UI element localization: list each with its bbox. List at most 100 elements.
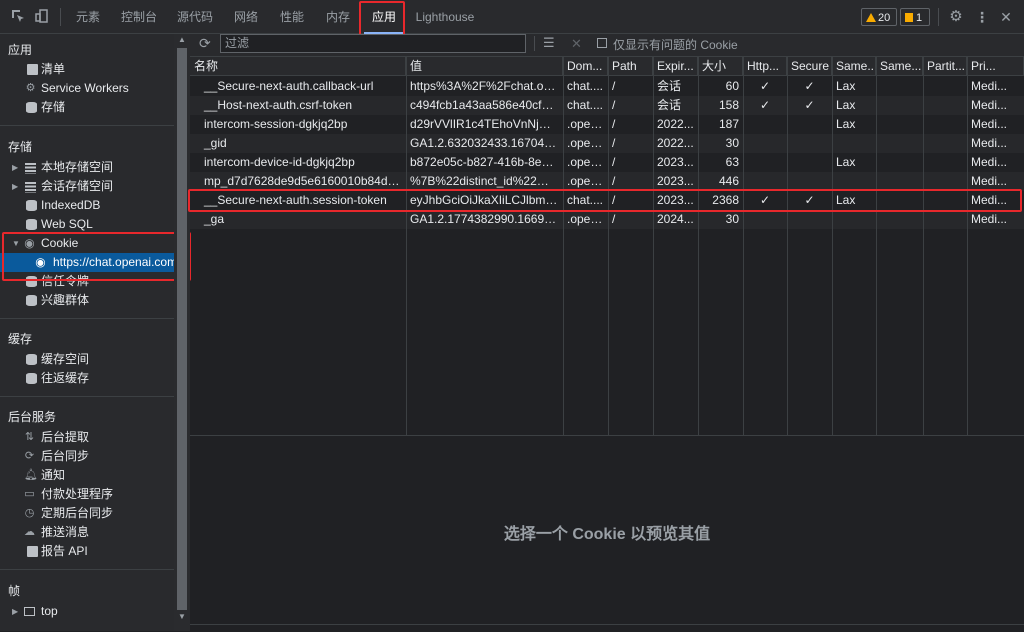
sidebar-item-cookies[interactable]: ▼ ◉ Cookie <box>0 234 174 253</box>
cell-name: _gid <box>204 136 227 150</box>
refresh-icon[interactable]: ⟳ <box>199 35 211 52</box>
sidebar-item-indexeddb[interactable]: IndexedDB <box>0 196 174 215</box>
sidebar-item-session-storage[interactable]: ▶ 会话存储空间 <box>0 177 174 196</box>
table-row[interactable]: __Secure-next-auth.callback-url https%3A%… <box>190 77 1024 96</box>
col-header-samesite[interactable]: Same... <box>832 57 876 76</box>
cell-domain: .open... <box>567 174 608 188</box>
cell-partition-key <box>923 77 967 96</box>
table-row[interactable]: mp_d7d7628de9d5e6160010b84db9... %7B%22di… <box>190 172 1024 191</box>
col-header-priority[interactable]: Pri... <box>967 57 1024 76</box>
cell-priority: Medi... <box>971 136 1008 150</box>
cell-sameparty <box>876 115 923 134</box>
database-icon <box>26 276 37 287</box>
table-row[interactable]: _gid GA1.2.632032433.16704962... .open... /… <box>190 134 1024 153</box>
clear-filtered-cookies-icon[interactable]: ☰ <box>543 35 555 51</box>
cell-domain: .open... <box>567 117 608 131</box>
table-row[interactable]: intercom-device-id-dgkjq2bp b872e05c-b827… <box>190 153 1024 172</box>
col-header-sameparty[interactable]: Same... <box>876 57 923 76</box>
close-devtools-icon[interactable]: ✕ <box>998 9 1014 25</box>
sidebar-item-back-forward-cache[interactable]: 往返缓存 <box>0 369 174 388</box>
col-header-httponly[interactable]: Http... <box>743 57 787 76</box>
table-row[interactable]: __Host-next-auth.csrf-token c494fcb1a43aa… <box>190 96 1024 115</box>
col-divider <box>608 57 609 435</box>
cell-name: intercom-device-id-dgkjq2bp <box>204 155 355 169</box>
cloud-icon: ☁ <box>24 526 35 538</box>
database-icon <box>26 219 37 230</box>
issues-badge[interactable]: 1 <box>900 8 930 26</box>
sidebar-item-notifications[interactable]: 🔔︎ 通知 <box>0 466 174 485</box>
up-down-arrows-icon: ⇅ <box>24 431 35 443</box>
sidebar-item-cache-storage[interactable]: 缓存空间 <box>0 350 174 369</box>
sidebar-item-payment-handler[interactable]: ▭ 付款处理程序 <box>0 485 174 504</box>
tab-elements[interactable]: 元素 <box>68 0 108 34</box>
tab-network[interactable]: 网络 <box>226 0 266 34</box>
sidebar-item-reporting-api[interactable]: 报告 API <box>0 542 174 561</box>
col-header-name[interactable]: 名称 <box>190 57 406 76</box>
sidebar-scrollbar[interactable]: ▲ ▼ <box>174 34 190 631</box>
sidebar-item-periodic-background-sync[interactable]: ◷ 定期后台同步 <box>0 504 174 523</box>
cell-sameparty <box>876 172 923 191</box>
issues-count: 1 <box>916 12 923 24</box>
tab-performance[interactable]: 性能 <box>272 0 312 34</box>
cell-domain: chat.... <box>567 79 604 93</box>
sidebar-item-trust-tokens[interactable]: 信任令牌 <box>0 272 174 291</box>
tab-memory[interactable]: 内存 <box>318 0 358 34</box>
sidebar-item-background-fetch[interactable]: ⇅ 后台提取 <box>0 428 174 447</box>
sidebar-item-storage[interactable]: 存储 <box>0 98 174 117</box>
cell-partition-key <box>923 134 967 153</box>
cell-priority: Medi... <box>971 155 1008 169</box>
sidebar-item-manifest[interactable]: 清单 <box>0 60 174 79</box>
sidebar-item-interest-groups[interactable]: 兴趣群体 <box>0 291 174 310</box>
expand-arrow-icon[interactable]: ▶ <box>12 602 18 621</box>
col-header-domain[interactable]: Dom... <box>563 57 608 76</box>
cell-name: intercom-session-dgkjq2bp <box>204 117 348 131</box>
tab-sources[interactable]: 源代码 <box>170 0 220 34</box>
tab-console[interactable]: 控制台 <box>114 0 164 34</box>
col-header-secure[interactable]: Secure <box>787 57 832 76</box>
warnings-badge[interactable]: 20 <box>861 8 897 26</box>
expand-arrow-icon[interactable]: ▶ <box>12 158 18 177</box>
delete-selected-icon[interactable]: ✕ <box>571 36 582 52</box>
table-row[interactable]: __Secure-next-auth.session-token eyJhbGci… <box>190 191 1024 210</box>
col-divider <box>832 57 833 435</box>
gear-icon: ⚙ <box>25 82 36 94</box>
table-row[interactable]: intercom-session-dgkjq2bp d29rVVlIR1c4TEh… <box>190 115 1024 134</box>
cell-value: %7B%22distinct_id%22%3A... <box>410 174 563 188</box>
expand-arrow-icon[interactable]: ▶ <box>12 177 18 196</box>
cell-path: / <box>612 155 616 169</box>
more-options-icon[interactable]: ⋮ <box>974 9 990 25</box>
sidebar-item-cookie-origin[interactable]: ◉ https://chat.openai.com <box>0 253 174 272</box>
scroll-up-icon[interactable]: ▲ <box>178 35 186 44</box>
scroll-down-icon[interactable]: ▼ <box>178 612 186 621</box>
col-header-expires[interactable]: Expir... <box>653 57 698 76</box>
filter-input[interactable]: 过滤 <box>220 34 526 53</box>
col-header-path[interactable]: Path <box>608 57 653 76</box>
sidebar-item-frame-top[interactable]: ▶ top <box>0 602 174 621</box>
cell-size: 60 <box>725 79 739 93</box>
only-issues-checkbox[interactable] <box>597 38 607 48</box>
cell-name: mp_d7d7628de9d5e6160010b84db9... <box>204 174 406 188</box>
inspect-element-icon[interactable] <box>10 9 26 25</box>
tab-lighthouse[interactable]: Lighthouse <box>410 0 480 34</box>
device-toolbar-icon[interactable] <box>34 9 50 25</box>
col-header-value[interactable]: 值 <box>406 57 563 76</box>
col-header-partition-key[interactable]: Partit... <box>923 57 967 76</box>
tab-application[interactable]: 应用 <box>364 0 404 34</box>
cell-path: / <box>612 212 616 226</box>
scrollbar-thumb[interactable] <box>177 48 187 610</box>
table-row[interactable]: _ga GA1.2.1774382990.1669964... .open... / 2… <box>190 210 1024 229</box>
sidebar-item-background-sync[interactable]: ⟳ 后台同步 <box>0 447 174 466</box>
sidebar-item-web-sql[interactable]: Web SQL <box>0 215 174 234</box>
sidebar-item-push-messaging[interactable]: ☁ 推送消息 <box>0 523 174 542</box>
collapse-arrow-icon[interactable]: ▼ <box>12 234 20 253</box>
cell-priority: Medi... <box>971 193 1008 207</box>
sidebar-item-local-storage[interactable]: ▶ 本地存储空间 <box>0 158 174 177</box>
database-icon <box>26 102 37 113</box>
cell-partition-key <box>923 96 967 115</box>
col-header-size[interactable]: 大小 <box>698 57 743 76</box>
preview-divider <box>190 435 1024 436</box>
settings-gear-icon[interactable]: ⚙ <box>948 9 964 25</box>
divider <box>0 318 174 319</box>
sidebar-item-service-workers[interactable]: ⚙ Service Workers <box>0 79 174 98</box>
cell-httponly: ✓ <box>759 193 771 207</box>
